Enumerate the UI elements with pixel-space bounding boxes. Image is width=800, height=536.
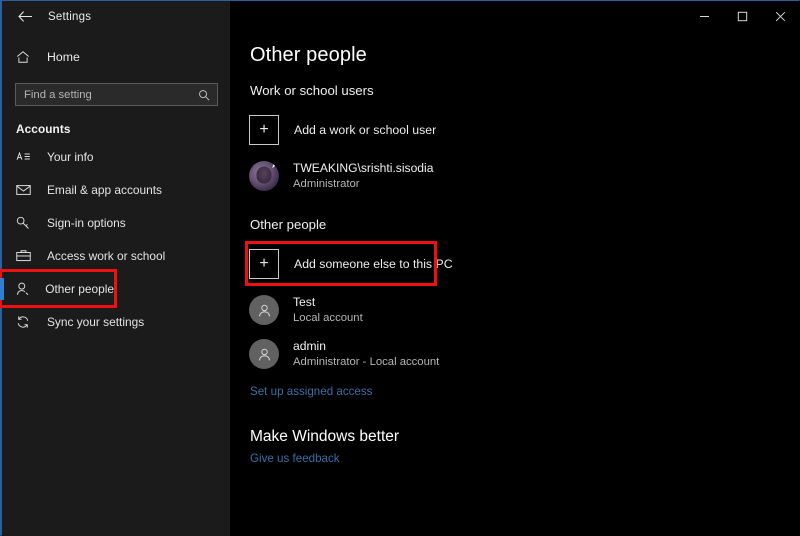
sidebar-item-access-work-or-school[interactable]: Access work or school [2,239,230,272]
home-icon [16,50,38,64]
sidebar-home-label: Home [47,50,80,64]
sidebar-item-email-app-accounts[interactable]: Email & app accounts [2,173,230,206]
list-item[interactable]: Test Local account [249,293,800,327]
add-someone-else-to-this-pc-button[interactable]: + Add someone else to this PC [245,241,453,286]
section-heading-other-people: Other people [250,217,327,232]
sidebar-item-label: Sign-in options [47,215,126,230]
sidebar-item-sync-your-settings[interactable]: Sync your settings [2,305,230,338]
minimize-icon[interactable] [685,1,723,32]
account-name: Test [293,294,316,309]
close-icon[interactable] [761,1,799,32]
main-content: Other people Work or school users + Add … [230,1,800,536]
title-bar: Settings [2,1,799,32]
search-box[interactable] [15,83,218,106]
sidebar-item-label: Other people [45,281,114,296]
plus-icon: + [249,248,279,279]
sidebar: Home Accounts Your info [0,1,230,536]
add-work-or-school-user-label: Add a work or school user [294,122,437,137]
add-work-or-school-user-button[interactable]: + Add a work or school user [248,110,437,149]
back-arrow-icon[interactable] [2,1,48,32]
envelope-icon [16,184,36,196]
settings-window: Settings Home Find a setting Accounts Yo… [0,0,800,536]
sidebar-category-title: Accounts [16,122,71,136]
sidebar-item-home[interactable]: Home [2,42,230,72]
key-icon [16,216,36,230]
sidebar-item-label: Access work or school [47,248,166,263]
window-controls [685,1,799,32]
your-info-icon [16,150,36,163]
sidebar-item-label: Sync your settings [47,314,145,329]
account-name: admin [293,338,326,353]
sidebar-item-sign-in-options[interactable]: Sign-in options [2,206,230,239]
account-name: TWEAKING\srishti.sisodia [293,160,434,175]
sidebar-item-label: Your info [47,149,94,164]
window-title: Settings [48,10,92,23]
sidebar-item-your-info[interactable]: Your info [2,140,230,173]
search-input[interactable] [16,84,217,105]
section-heading-make-windows-better: Make Windows better [250,428,400,445]
maximize-icon[interactable] [723,1,761,32]
account-info: TWEAKING\srishti.sisodia Administrator [293,161,433,192]
account-info: admin Administrator - Local account [293,339,439,370]
give-us-feedback-link[interactable]: Give us feedback [250,452,340,465]
person-icon [16,282,34,296]
generic-person-avatar [249,339,279,369]
generic-person-avatar [249,295,279,325]
sidebar-item-other-people[interactable]: Other people [0,269,117,308]
list-item[interactable]: admin Administrator - Local account [249,337,800,371]
plus-icon: + [249,114,279,145]
sidebar-item-label: Email & app accounts [47,182,163,197]
account-subtitle: Local account [293,312,363,324]
set-up-assigned-access-link[interactable]: Set up assigned access [250,385,372,398]
page-title: Other people [250,44,367,66]
section-heading-work-or-school: Work or school users [250,83,374,98]
user-photo-avatar [249,161,279,191]
search-icon [198,89,210,101]
account-subtitle: Administrator - Local account [293,356,440,368]
account-info: Test Local account [293,295,363,326]
add-someone-else-label: Add someone else to this PC [294,256,453,271]
sync-icon [16,315,36,329]
list-item[interactable]: TWEAKING\srishti.sisodia Administrator [249,159,800,193]
account-subtitle: Administrator [293,178,360,190]
briefcase-icon [16,249,36,262]
